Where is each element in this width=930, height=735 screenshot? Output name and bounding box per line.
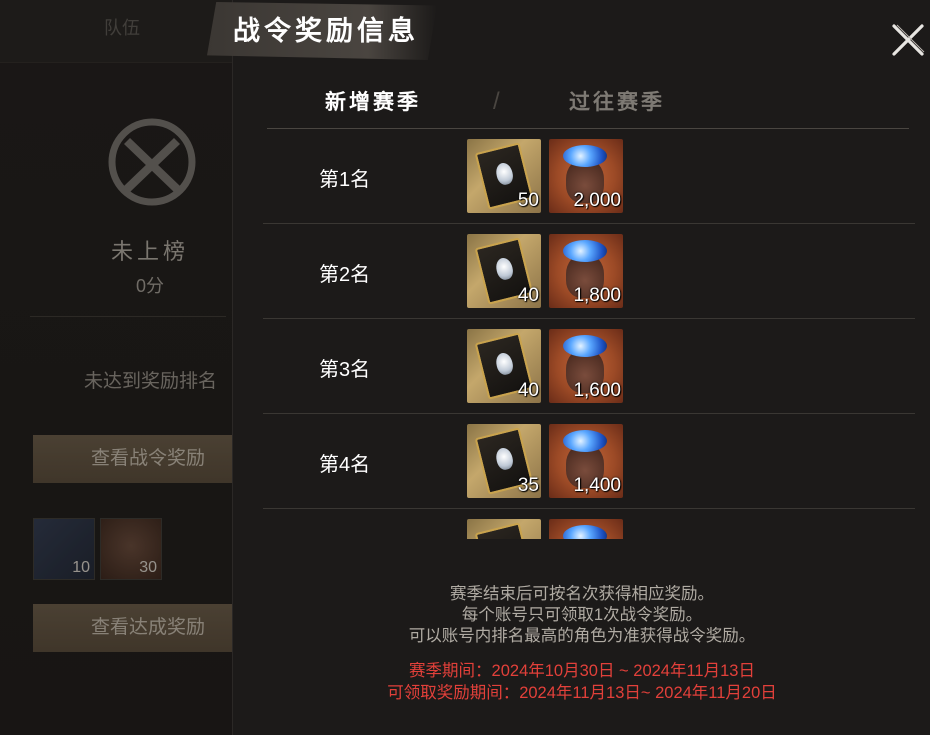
- item-count: 10: [72, 559, 90, 576]
- item-count: 1,400: [573, 475, 621, 496]
- view-pass-rewards-button[interactable]: 查看战令奖励: [33, 435, 233, 483]
- gems-art: [563, 240, 607, 262]
- rank-label: 第3名: [319, 359, 371, 381]
- note-line: 每个账号只可领取1次战令奖励。: [461, 606, 703, 624]
- pass-card-icon[interactable]: 35: [467, 424, 541, 498]
- gem-bag-icon[interactable]: [549, 519, 623, 539]
- view-achievement-rewards-button[interactable]: 查看达成奖励: [33, 604, 233, 652]
- pass-card-icon[interactable]: [467, 519, 541, 539]
- gem-bag-icon[interactable]: 1,800: [549, 234, 623, 308]
- item-count: 40: [517, 285, 539, 306]
- background-rank-panel: 队伍 未上榜 0分 未达到奖励排名 查看战令奖励 10 30 查看达成奖励: [0, 0, 233, 735]
- reward-dates: 赛季期间：2024年10月30日 ~ 2024年11月13日 可领取奖励期间：2…: [233, 660, 930, 704]
- crossed-swords-icon: [108, 118, 196, 206]
- list-item: [263, 509, 915, 539]
- close-x-icon[interactable]: [888, 20, 928, 60]
- dialog-title: 战令奖励信息: [233, 16, 419, 47]
- divider: [30, 316, 226, 317]
- flame-icon: [494, 351, 515, 377]
- season-period: 赛季期间：2024年10月30日 ~ 2024年11月13日: [409, 662, 755, 680]
- note-line: 赛季结束后可按名次获得相应奖励。: [450, 585, 714, 603]
- item-count: 1,600: [573, 380, 621, 401]
- gems-art: [563, 335, 607, 357]
- background-tab-team: 队伍: [104, 18, 140, 39]
- gems-art: [563, 525, 607, 539]
- item-count: 30: [139, 559, 157, 576]
- rank-label: 第4名: [319, 454, 371, 476]
- season-tabs: 新增赛季 / 过往赛季: [267, 78, 909, 128]
- rank-reward-list[interactable]: 第1名 50 2,000 第2名 40 1,800 第3名 40 1,600 第…: [263, 129, 915, 539]
- gems-art: [563, 430, 607, 452]
- tab-past-season[interactable]: 过往赛季: [569, 86, 665, 116]
- gem-bag-icon[interactable]: 1,400: [549, 424, 623, 498]
- reward-status-text: 未达到奖励排名: [84, 371, 218, 392]
- gem-bag-icon[interactable]: 2,000: [549, 139, 623, 213]
- item-count: 1,800: [573, 285, 621, 306]
- card-art: [474, 522, 534, 539]
- flame-icon: [494, 446, 515, 472]
- background-top-bar: 队伍: [0, 0, 232, 63]
- pass-card-icon[interactable]: 40: [467, 329, 541, 403]
- rank-label: 第1名: [319, 169, 371, 191]
- list-item: 第1名 50 2,000: [263, 129, 915, 224]
- rank-label: 第2名: [319, 264, 371, 286]
- tab-separator: /: [493, 88, 500, 115]
- pass-card-icon[interactable]: 40: [467, 234, 541, 308]
- pass-card-icon: 10: [33, 518, 95, 580]
- list-item: 第4名 35 1,400: [263, 414, 915, 509]
- list-item: 第3名 40 1,600: [263, 319, 915, 414]
- reward-notes: 赛季结束后可按名次获得相应奖励。 每个账号只可领取1次战令奖励。 可以账号内排名…: [233, 584, 930, 647]
- flame-icon: [494, 161, 515, 187]
- item-count: 40: [517, 380, 539, 401]
- item-count: 2,000: [573, 190, 621, 211]
- pass-card-icon[interactable]: 50: [467, 139, 541, 213]
- item-count: 35: [517, 475, 539, 496]
- list-item: 第2名 40 1,800: [263, 224, 915, 319]
- item-count: 50: [517, 190, 539, 211]
- gem-bag-icon[interactable]: 1,600: [549, 329, 623, 403]
- pass-reward-info-dialog: 战令奖励信息 新增赛季 / 过往赛季 第1名 50 2,000 第2名 40 1…: [207, 0, 930, 735]
- gems-art: [563, 145, 607, 167]
- gem-bag-icon: 30: [100, 518, 162, 580]
- claim-period: 可领取奖励期间：2024年11月13日~ 2024年11月20日: [387, 684, 777, 702]
- tab-new-season[interactable]: 新增赛季: [325, 86, 421, 116]
- note-line: 可以账号内排名最高的角色为准获得战令奖励。: [408, 627, 756, 645]
- flame-icon: [494, 256, 515, 282]
